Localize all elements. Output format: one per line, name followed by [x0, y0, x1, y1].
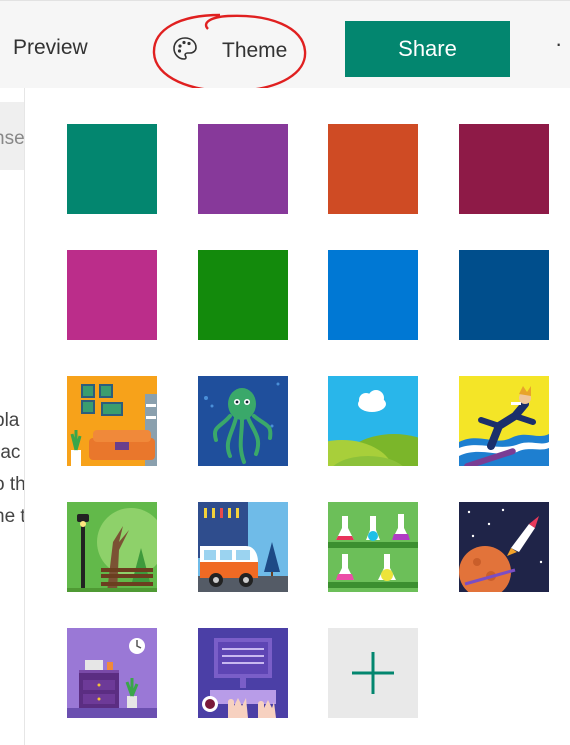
share-button[interactable]: Share: [345, 21, 510, 77]
theme-color-magenta[interactable]: [67, 250, 157, 340]
theme-color-blue[interactable]: [328, 250, 418, 340]
add-custom-theme-button[interactable]: [328, 628, 418, 718]
background-text-fragment: o th: [0, 474, 24, 495]
theme-image-snowboarder[interactable]: [459, 376, 549, 466]
preview-button[interactable]: Preview: [13, 36, 88, 60]
theme-image-bedroom-desk[interactable]: [67, 628, 157, 718]
more-options-button[interactable]: ·: [555, 31, 562, 57]
plus-icon: [352, 652, 394, 694]
theme-color-maroon[interactable]: [459, 124, 549, 214]
theme-button[interactable]: Theme: [172, 35, 297, 67]
palette-icon: [172, 36, 198, 67]
background-text-fragment: rac: [0, 442, 21, 463]
top-toolbar: Preview Theme Share ·: [0, 0, 570, 93]
theme-color-navy[interactable]: [459, 250, 549, 340]
theme-color-purple[interactable]: [198, 124, 288, 214]
theme-image-lab-flasks[interactable]: [328, 502, 418, 592]
theme-color-orange[interactable]: [328, 124, 418, 214]
theme-label: Theme: [222, 39, 288, 62]
theme-image-keyboard-typing[interactable]: [198, 628, 288, 718]
theme-image-octopus[interactable]: [198, 376, 288, 466]
background-text-fragment: pla: [0, 410, 20, 431]
theme-image-hills-cloud[interactable]: [328, 376, 418, 466]
background-text-fragment: nse: [0, 128, 24, 149]
theme-image-living-room[interactable]: [67, 376, 157, 466]
theme-color-teal[interactable]: [67, 124, 157, 214]
theme-image-park-bench[interactable]: [67, 502, 157, 592]
theme-color-green[interactable]: [198, 250, 288, 340]
background-text-fragment: ne t: [0, 506, 24, 527]
theme-image-space-planet[interactable]: [459, 502, 549, 592]
theme-image-camper-van[interactable]: [198, 502, 288, 592]
